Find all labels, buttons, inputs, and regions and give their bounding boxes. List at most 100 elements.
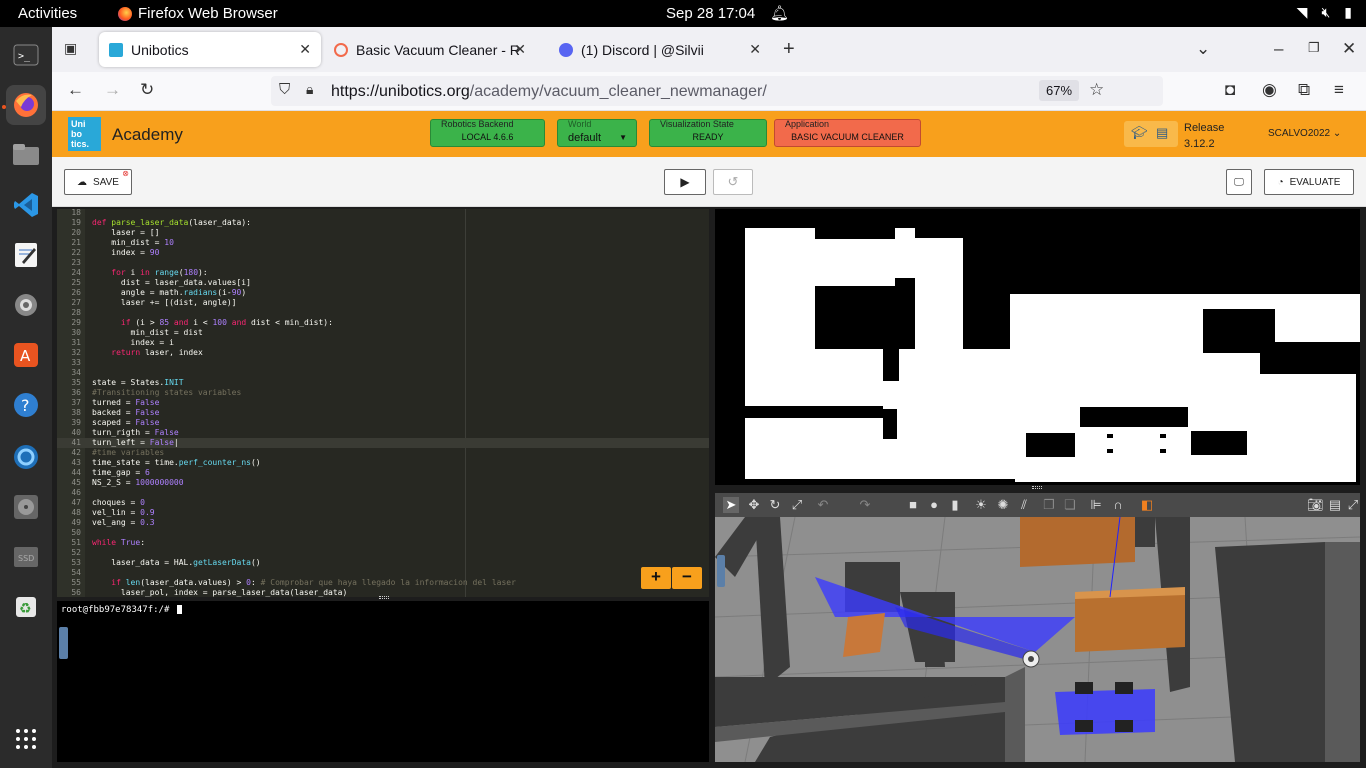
code-line[interactable]: 33 [57,358,709,368]
code-line[interactable]: 49 vel_ang = 0.3 [57,518,709,528]
code-line[interactable]: 34 [57,368,709,378]
code-line[interactable]: 50 [57,528,709,538]
shield-icon[interactable]: ⛉ [279,81,290,98]
code-line[interactable]: 19 def parse_laser_data(laser_data): [57,218,709,228]
unibotics-logo[interactable]: Uni bo tics. [68,117,101,151]
show-applications-button[interactable] [6,719,46,759]
scale-icon[interactable]: ⤢ [789,497,805,513]
tab-discord[interactable]: (1) Discord | @Silvii ✕ [549,32,771,67]
dock-help[interactable]: ? [6,385,46,425]
minimize-window-icon[interactable]: – [1274,39,1283,59]
dock-disc[interactable] [6,487,46,527]
code-line[interactable]: 21 min_dist = 10 [57,238,709,248]
point-light-icon[interactable]: ☀ [973,497,989,513]
clock[interactable]: Sep 28 17:04 [666,5,755,22]
zoom-level-badge[interactable]: 67% [1039,80,1080,101]
dock-text-editor[interactable] [6,235,46,275]
code-line[interactable]: 28 [57,308,709,318]
save-button[interactable]: ☁ SAVE ⊗ [64,169,132,195]
code-line[interactable]: 36 #Transitioning states variables [57,388,709,398]
undo-icon[interactable]: ↶ [815,497,831,513]
dock-trash[interactable]: ♻ [6,587,46,627]
code-line[interactable]: 47 choques = 0 [57,498,709,508]
code-line[interactable]: 54 [57,568,709,578]
code-line[interactable]: 45 NS_2_S = 1000000000 [57,478,709,488]
snap-icon[interactable]: ∩ [1110,497,1126,513]
url-bar[interactable]: ⛉ 🔒︎ https://unibotics.org/academy/vacuu… [271,76,1163,106]
forum-icon[interactable]: ▤ [1156,125,1168,141]
terminal-console[interactable]: root@fbb97e78347f:/# [57,601,709,762]
copy-icon[interactable]: ❐ [1041,497,1057,513]
evaluate-button[interactable]: ◔ EVALUATE [1264,169,1354,195]
scene-side-handle[interactable] [717,555,725,587]
code-line[interactable]: 35 state = States.INIT [57,378,709,388]
academy-title[interactable]: Academy [112,125,183,145]
graduation-cap-icon[interactable]: 🎓︎ [1131,125,1148,141]
code-line[interactable]: 46 [57,488,709,498]
box-shape-icon[interactable]: ■ [905,497,921,513]
code-line[interactable]: 39 scaped = False [57,418,709,428]
url-text[interactable]: https://unibotics.org/academy/vacuum_cle… [331,83,767,101]
user-menu[interactable]: SCALVO2022 ⌄ [1268,128,1341,139]
activities-button[interactable]: Activities [18,5,77,22]
code-line[interactable]: 51 while True: [57,538,709,548]
dock-swirl-app[interactable] [6,437,46,477]
tab-unibotics[interactable]: Unibotics ✕ [99,32,321,67]
fullscreen-icon[interactable]: ⤢ [1345,497,1360,513]
terminal-prompt[interactable]: root@fbb97e78347f:/# [61,605,182,615]
code-line[interactable]: 24 for i in range(180): [57,268,709,278]
new-tab-button[interactable]: + [783,38,795,61]
code-line[interactable]: 31 index = i [57,338,709,348]
code-line[interactable]: 22 index = 90 [57,248,709,258]
hamburger-menu-icon[interactable]: ≡ [1334,80,1344,100]
dock-vscode[interactable] [6,185,46,225]
reset-button[interactable]: ↺ [713,169,753,195]
translate-icon[interactable]: ✥ [746,497,762,513]
directional-light-icon[interactable]: ⫽ [1016,497,1032,513]
dock-settings[interactable] [6,285,46,325]
forward-arrow-icon[interactable]: → [104,80,121,100]
world-select[interactable]: World default ▼ [557,119,637,147]
system-tray[interactable]: ◥ 🔇︎ ▮ [1297,4,1352,21]
extensions-puzzle-icon[interactable]: ⧉ [1298,80,1310,100]
account-icon[interactable]: ◉ [1262,80,1277,100]
bookmark-star-icon[interactable]: ☆ [1089,80,1104,100]
code-line[interactable]: 42 #time variables [57,448,709,458]
pocket-icon[interactable]: ◘ [1225,80,1235,100]
cylinder-shape-icon[interactable]: ▮ [947,497,963,513]
code-line-active[interactable]: 41 turn_left = False| [57,438,709,448]
sphere-shape-icon[interactable]: ● [926,497,942,513]
close-tab-icon[interactable]: ✕ [514,41,526,58]
font-size-increase-button[interactable]: + [641,567,671,589]
rotate-icon[interactable]: ↻ [767,497,783,513]
spot-light-icon[interactable]: ✺ [995,497,1011,513]
robotics-backend-button[interactable]: Robotics Backend LOCAL 4.6.6 [430,119,545,147]
lock-icon[interactable]: 🔒︎ [306,81,313,98]
tab-overview-icon[interactable]: ▣ [64,40,77,57]
close-tab-icon[interactable]: ✕ [299,41,311,58]
code-line[interactable]: 40 turn_rigth = False [57,428,709,438]
code-line[interactable]: 43 time_state = time.perf_counter_ns() [57,458,709,468]
code-line[interactable]: 38 backed = False [57,408,709,418]
gazebo-3d-view[interactable]: ➤ ✥ ↻ ⤢ ↶ ↷ ■ ● ▮ ☀ ✺ ⫽ ❐ ❏ ⊫ ∩ ◧ 📷︎ ▤ ⤢ [715,493,1360,762]
code-line[interactable]: 32 return laser, index [57,348,709,358]
redo-icon[interactable]: ↷ [857,497,873,513]
align-icon[interactable]: ⊫ [1088,497,1104,513]
view-resize-handle[interactable] [1032,486,1042,489]
dock-files[interactable] [6,135,46,175]
editor-resize-handle[interactable] [379,596,389,599]
restore-window-icon[interactable]: ❐ [1308,40,1320,56]
close-window-icon[interactable]: ✕ [1342,39,1356,59]
code-editor[interactable]: 18 19 def parse_laser_data(laser_data): 2… [57,209,709,597]
list-all-tabs-chevron-down-icon[interactable]: ⌄ [1196,39,1210,59]
close-tab-icon[interactable]: ✕ [749,41,761,58]
dock-firefox[interactable] [6,85,46,125]
code-line[interactable]: 30 min_dist = dist [57,328,709,338]
app-menu[interactable]: Firefox Web Browser [118,5,278,22]
toggle-visualization-button[interactable]: 🖵 [1226,169,1252,195]
font-size-decrease-button[interactable]: − [672,567,702,589]
code-line[interactable]: 55 if len(laser_data.values) > 0: # Comp… [57,578,709,588]
screenshot-camera-icon[interactable]: 📷︎ [1307,497,1324,513]
code-line[interactable]: 26 angle = math.radians(i-90) [57,288,709,298]
application-button[interactable]: Application BASIC VACUUM CLEANER [774,119,921,147]
